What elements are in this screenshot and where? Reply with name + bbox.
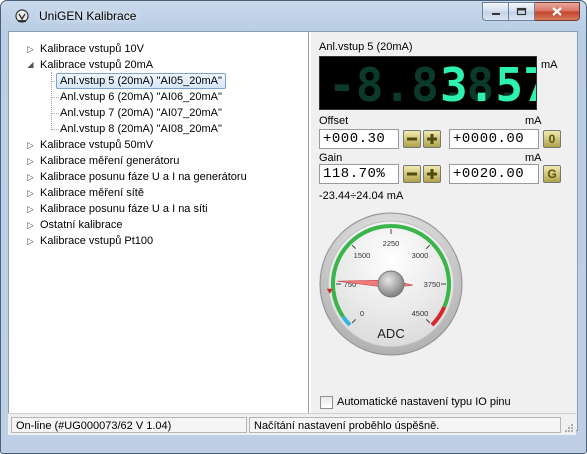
expand-arrow-icon[interactable]: ▷ (26, 137, 35, 153)
channel-panel: Anl.vstup 5 (20mA) -8.8.8. 3.57 mA Offse… (311, 32, 577, 430)
collapse-arrow-icon[interactable]: ◢ (26, 57, 35, 73)
status-bar: On-line (#UG000073/62 V 1.04) Načítání n… (8, 413, 576, 435)
gain-value-field[interactable]: 118.70% (319, 164, 399, 184)
display-unit: mA (541, 59, 558, 71)
tree-item-label: Kalibrace vstupů Pt100 (40, 235, 154, 247)
tree-item-label: Kalibrace vstupů 20mA (40, 59, 154, 71)
expand-arrow-icon[interactable]: ▷ (26, 169, 35, 185)
gauge-tick-label: 0 (360, 309, 364, 318)
expand-arrow-icon[interactable]: ▷ (26, 217, 35, 233)
minimize-button[interactable] (482, 2, 509, 21)
offset-value-field[interactable]: +000.30 (319, 129, 399, 149)
offset-increase-button[interactable] (423, 130, 441, 148)
gain-increase-button[interactable] (423, 165, 441, 183)
value-display: -8.8.8. 3.57 (319, 56, 551, 112)
calibration-tree[interactable]: ▷ Kalibrace vstupů 10V ◢ Kalibrace vstup… (9, 32, 309, 430)
tree-item-label: Kalibrace posunu fáze U a I na generátor… (40, 171, 247, 183)
gauge-hub (377, 270, 405, 298)
gain-step-field[interactable]: +0020.00 (449, 164, 539, 184)
window-title: UniGEN Kalibrace (39, 9, 137, 23)
gauge-tick-label: 3000 (412, 251, 429, 260)
close-button[interactable] (535, 2, 580, 21)
gauge-label: ADC (377, 326, 404, 341)
tree-item-label: Kalibrace měření sítě (40, 187, 144, 199)
gauge-tick-label: 1500 (354, 251, 371, 260)
tree-item-label: Anl.vstup 8 (20mA) "AI08_20mA" (60, 123, 222, 135)
title-bar[interactable]: UniGEN Kalibrace (1, 1, 586, 31)
connection-status: On-line (#UG000073/62 V 1.04) (11, 417, 247, 433)
gain-decrease-button[interactable] (403, 165, 421, 183)
tree-item-label: Anl.vstup 5 (20mA) "AI05_20mA" (56, 73, 226, 89)
offset-decrease-button[interactable] (403, 130, 421, 148)
status-message: Načítání nastavení proběhlo úspěšně. (249, 417, 561, 433)
maximize-button[interactable] (509, 2, 535, 21)
close-icon (552, 7, 562, 16)
range-text: -23.44÷24.04 mA (319, 190, 404, 202)
seven-segment-display: -8.8.8. 3.57 (328, 58, 551, 112)
tree-item-label: Anl.vstup 6 (20mA) "AI06_20mA" (60, 91, 222, 103)
adc-gauge: 075015002250300037504500 ADC (319, 212, 463, 356)
offset-reset-button[interactable]: 0 (543, 130, 561, 148)
tree-item-label: Kalibrace vstupů 50mV (40, 139, 154, 151)
gain-label: Gain (319, 152, 343, 164)
main-window: UniGEN Kalibrace ▷ Kalibrace vstupů 10V (0, 0, 587, 454)
expand-arrow-icon[interactable]: ▷ (26, 233, 35, 249)
app-icon (15, 9, 29, 23)
gain-unit: mA (525, 152, 542, 164)
client-area: ▷ Kalibrace vstupů 10V ◢ Kalibrace vstup… (8, 31, 578, 431)
minimize-icon (491, 12, 500, 15)
resize-grip-icon[interactable] (564, 423, 574, 433)
tree-item-label: Kalibrace posunu fáze U a I na síti (40, 203, 208, 215)
gauge-tick-label: 3750 (424, 280, 441, 289)
gain-reset-button[interactable]: G (543, 165, 561, 183)
tree-item-label: Kalibrace vstupů 10V (40, 43, 144, 55)
auto-io-type-checkbox[interactable] (320, 396, 333, 409)
expand-arrow-icon[interactable]: ▷ (26, 41, 35, 57)
offset-step-field[interactable]: +0000.00 (449, 129, 539, 149)
maximize-icon (516, 7, 527, 16)
plus-icon (427, 134, 437, 144)
gauge-tick-label: 4500 (412, 309, 429, 318)
display-value: 3.57 (440, 58, 536, 109)
offset-label: Offset (319, 115, 349, 127)
tree-item-label: Ostatní kalibrace (40, 219, 123, 231)
minus-icon (407, 137, 417, 141)
plus-icon (427, 169, 437, 179)
auto-io-type-label[interactable]: Automatické nastavení typu IO pinu (337, 396, 511, 408)
minus-icon (407, 172, 417, 176)
gauge-tick-label: 2250 (383, 239, 400, 248)
expand-arrow-icon[interactable]: ▷ (26, 201, 35, 217)
channel-title: Anl.vstup 5 (20mA) (319, 41, 413, 53)
expand-arrow-icon[interactable]: ▷ (26, 185, 35, 201)
tree-item-label: Kalibrace měření generátoru (40, 155, 180, 167)
expand-arrow-icon[interactable]: ▷ (26, 153, 35, 169)
offset-unit: mA (525, 115, 542, 127)
tree-item-label: Anl.vstup 7 (20mA) "AI07_20mA" (60, 107, 222, 119)
